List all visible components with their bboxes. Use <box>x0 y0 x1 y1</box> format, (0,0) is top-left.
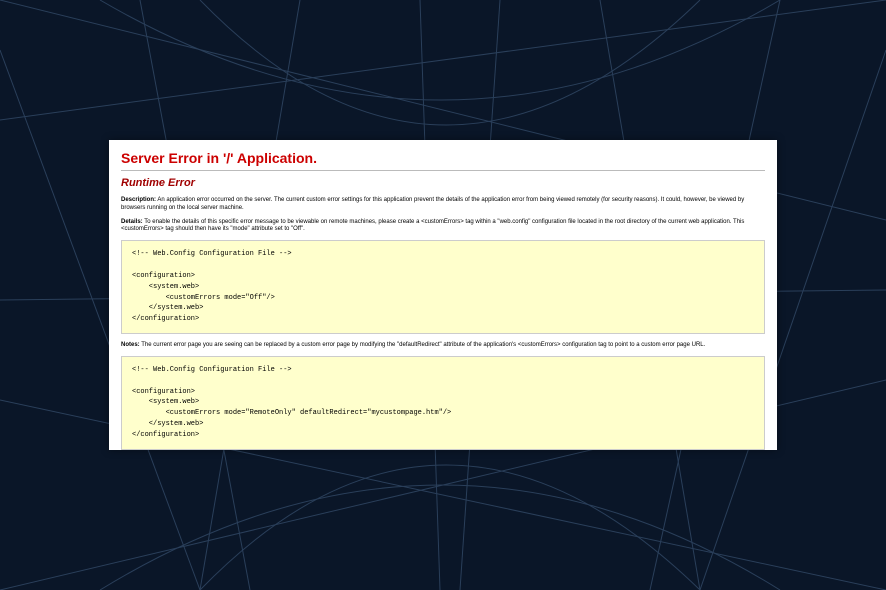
description-paragraph: Description: An application error occurr… <box>121 197 765 213</box>
error-subtitle: Runtime Error <box>121 177 765 189</box>
config-code-2: <!-- Web.Config Configuration File --> <… <box>132 365 754 441</box>
config-code-box-1: <!-- Web.Config Configuration File --> <… <box>121 240 765 334</box>
notes-paragraph: Notes: The current error page you are se… <box>121 342 765 350</box>
config-code-box-2: <!-- Web.Config Configuration File --> <… <box>121 356 765 450</box>
notes-text: The current error page you are seeing ca… <box>141 342 705 348</box>
config-code-1: <!-- Web.Config Configuration File --> <… <box>132 249 754 325</box>
description-label: Description: <box>121 197 156 203</box>
notes-label: Notes: <box>121 342 140 348</box>
error-page: Server Error in '/' Application. Runtime… <box>109 140 777 450</box>
details-label: Details: <box>121 219 143 225</box>
details-text: To enable the details of this specific e… <box>121 219 744 233</box>
details-paragraph: Details: To enable the details of this s… <box>121 219 765 235</box>
error-title: Server Error in '/' Application. <box>121 150 765 171</box>
description-text: An application error occurred on the ser… <box>121 197 744 211</box>
